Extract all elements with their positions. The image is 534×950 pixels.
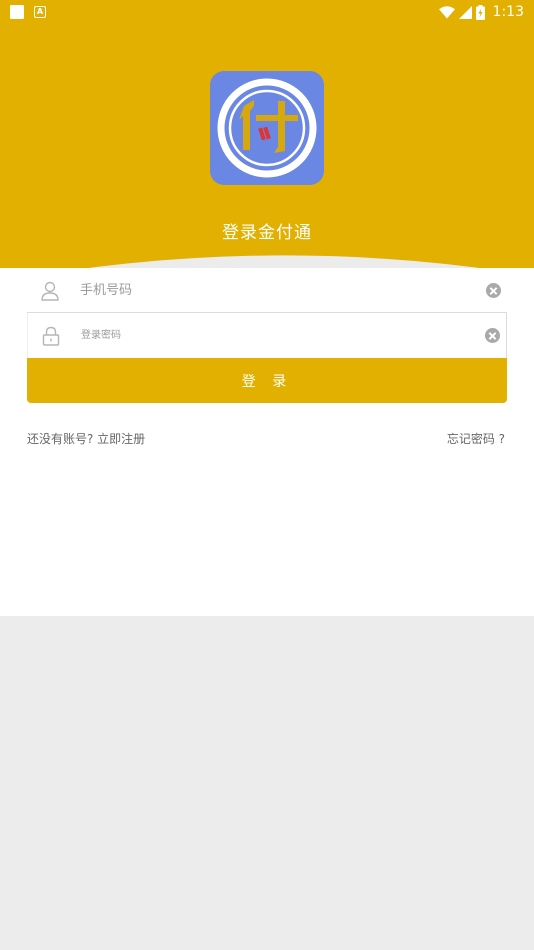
phone-field <box>27 268 507 313</box>
notification-square-icon <box>10 5 24 19</box>
clear-password-icon[interactable] <box>485 328 500 343</box>
login-form <box>27 268 507 358</box>
password-input[interactable] <box>81 313 481 358</box>
status-time: 1:13 <box>492 4 524 20</box>
signal-icon <box>458 5 472 19</box>
register-link[interactable]: 还没有账号? 立即注册 <box>27 430 145 447</box>
login-button[interactable]: 登 录 <box>27 358 507 403</box>
forgot-password-link[interactable]: 忘记密码 ? <box>447 430 505 447</box>
phone-input[interactable] <box>80 268 480 313</box>
notification-a-icon: A <box>34 6 46 18</box>
status-bar: A 1:13 <box>0 0 534 24</box>
user-icon <box>41 281 59 301</box>
password-field <box>27 313 507 358</box>
clear-phone-icon[interactable] <box>486 283 501 298</box>
lock-icon <box>42 326 60 346</box>
wifi-icon <box>438 5 455 18</box>
app-logo <box>210 71 324 185</box>
app-title: 登录金付通 <box>222 223 312 243</box>
battery-charging-icon <box>475 4 485 20</box>
